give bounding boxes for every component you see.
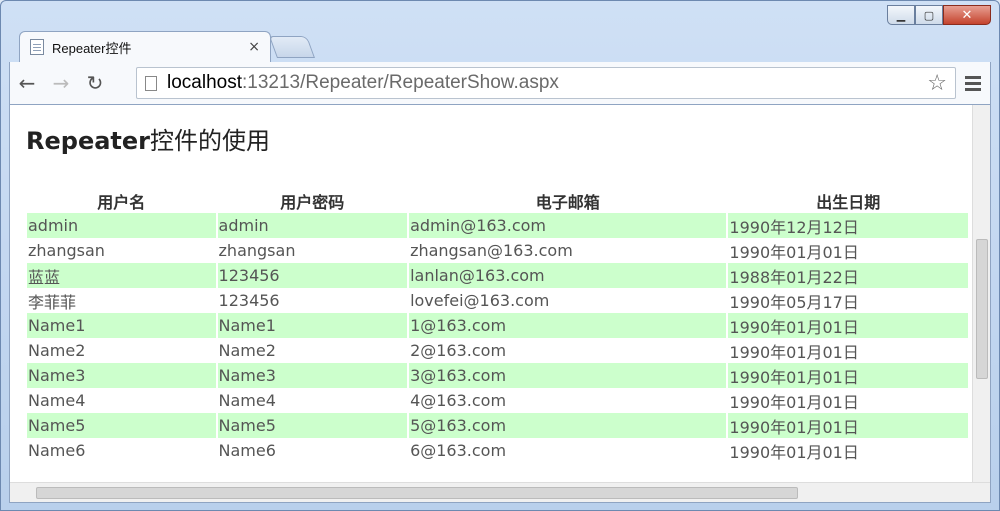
horizontal-scrollbar[interactable] bbox=[10, 482, 990, 502]
cell-username: Name2 bbox=[28, 341, 86, 360]
forward-button[interactable]: → bbox=[44, 68, 78, 98]
back-button[interactable]: ← bbox=[10, 68, 44, 98]
cell-birthdate: 1988年01月22日 bbox=[728, 263, 968, 288]
header-birthdate: 出生日期 bbox=[816, 193, 881, 212]
horizontal-scroll-thumb[interactable] bbox=[36, 487, 798, 499]
tab-title: Repeater控件 bbox=[52, 40, 132, 56]
cell-email: 3@163.com bbox=[409, 363, 727, 388]
cell-username: Name4 bbox=[28, 391, 86, 410]
header-password: 用户密码 bbox=[280, 193, 345, 212]
page-icon bbox=[145, 75, 157, 91]
cell-password: Name5 bbox=[217, 413, 408, 438]
vertical-scroll-thumb[interactable] bbox=[976, 239, 988, 379]
cell-username: 蓝蓝 bbox=[27, 263, 216, 288]
url-host: localhost bbox=[167, 72, 242, 93]
page-title-latin: Repeater bbox=[26, 127, 150, 155]
new-tab-button[interactable] bbox=[268, 36, 316, 58]
cell-birthdate: 1990年01月01日 bbox=[728, 363, 968, 388]
maximize-button[interactable]: ▢ bbox=[915, 5, 943, 25]
cell-email: 4@163.com bbox=[410, 391, 507, 410]
cell-username: admin bbox=[27, 213, 216, 238]
cell-password: 123456 bbox=[218, 291, 280, 310]
vertical-scrollbar[interactable] bbox=[972, 105, 990, 483]
table-row: Name5 Name5 5@163.com 1990年01月01日 bbox=[27, 413, 968, 438]
table-row: 李菲菲 123456 lovefei@163.com 1990年05月17日 bbox=[27, 288, 968, 313]
cell-email: admin@163.com bbox=[409, 213, 727, 238]
cell-birthdate: 1990年05月17日 bbox=[729, 292, 859, 312]
page-icon bbox=[30, 39, 44, 55]
table-row: Name4 Name4 4@163.com 1990年01月01日 bbox=[27, 388, 968, 413]
cell-password: Name1 bbox=[217, 313, 408, 338]
cell-birthdate: 1990年12月12日 bbox=[728, 213, 968, 238]
browser-window: ▁ ▢ ✕ Repeater控件 × ← → ↻ localhost:13213… bbox=[0, 0, 1000, 511]
table-row: Name3 Name3 3@163.com 1990年01月01日 bbox=[27, 363, 968, 388]
cell-email: zhangsan@163.com bbox=[410, 241, 573, 260]
cell-birthdate: 1990年01月01日 bbox=[728, 313, 968, 338]
address-bar[interactable]: localhost:13213/Repeater/RepeaterShow.as… bbox=[136, 67, 956, 99]
close-window-button[interactable]: ✕ bbox=[943, 5, 991, 25]
table-header-row: 用户名 用户密码 电子邮箱 出生日期 bbox=[27, 189, 968, 213]
cell-password: Name3 bbox=[217, 363, 408, 388]
tab-repeater[interactable]: Repeater控件 × bbox=[19, 31, 271, 62]
cell-email: lovefei@163.com bbox=[410, 291, 550, 310]
page-viewport: Repeater控件的使用 用户名 用户密码 电子邮箱 出生日期 admin ad… bbox=[9, 104, 991, 503]
table-row: zhangsan zhangsan zhangsan@163.com 1990年01月… bbox=[27, 238, 968, 263]
cell-password: 123456 bbox=[217, 263, 408, 288]
cell-password: zhangsan bbox=[218, 241, 296, 260]
cell-password: Name2 bbox=[218, 341, 276, 360]
table-row: Name6 Name6 6@163.com 1990年01月01日 bbox=[27, 438, 968, 463]
reload-button[interactable]: ↻ bbox=[78, 68, 112, 98]
cell-username: 李菲菲 bbox=[28, 292, 77, 312]
table-row: 蓝蓝 123456 lanlan@163.com 1988年01月22日 bbox=[27, 263, 968, 288]
cell-birthdate: 1990年01月01日 bbox=[729, 392, 859, 412]
cell-birthdate: 1990年01月01日 bbox=[728, 413, 968, 438]
close-icon[interactable]: × bbox=[248, 39, 260, 55]
star-icon[interactable]: ☆ bbox=[927, 71, 947, 96]
page-title: Repeater控件的使用 bbox=[26, 121, 970, 156]
url-path: :13213/Repeater/RepeaterShow.aspx bbox=[242, 72, 559, 93]
cell-birthdate: 1990年01月01日 bbox=[729, 442, 859, 462]
header-username: 用户名 bbox=[97, 193, 146, 212]
cell-email: lanlan@163.com bbox=[409, 263, 727, 288]
user-table: 用户名 用户密码 电子邮箱 出生日期 admin admin admin@163.c… bbox=[25, 189, 970, 463]
cell-birthdate: 1990年01月01日 bbox=[729, 242, 859, 262]
url-text: localhost:13213/Repeater/RepeaterShow.as… bbox=[167, 72, 559, 94]
minimize-button[interactable]: ▁ bbox=[887, 5, 915, 25]
cell-email: 6@163.com bbox=[410, 441, 507, 460]
cell-email: 1@163.com bbox=[409, 313, 727, 338]
cell-username: Name5 bbox=[27, 413, 216, 438]
table-body: admin admin admin@163.com 1990年12月12日 zhangs… bbox=[27, 213, 968, 463]
header-email: 电子邮箱 bbox=[535, 193, 600, 212]
page-title-cn: 控件的使用 bbox=[150, 127, 270, 155]
cell-birthdate: 1990年01月01日 bbox=[729, 342, 859, 362]
table-row: Name2 Name2 2@163.com 1990年01月01日 bbox=[27, 338, 968, 363]
menu-icon[interactable] bbox=[960, 70, 986, 96]
cell-username: Name1 bbox=[27, 313, 216, 338]
cell-email: 5@163.com bbox=[409, 413, 727, 438]
cell-password: admin bbox=[217, 213, 408, 238]
cell-username: zhangsan bbox=[28, 241, 105, 260]
table-row: Name1 Name1 1@163.com 1990年01月01日 bbox=[27, 313, 968, 338]
window-controls: ▁ ▢ ✕ bbox=[887, 5, 991, 25]
page-content: Repeater控件的使用 用户名 用户密码 电子邮箱 出生日期 admin ad… bbox=[26, 105, 970, 463]
toolbar: ← → ↻ localhost:13213/Repeater/RepeaterS… bbox=[9, 62, 991, 104]
cell-username: Name3 bbox=[27, 363, 216, 388]
table-row: admin admin admin@163.com 1990年12月12日 bbox=[27, 213, 968, 238]
cell-password: Name4 bbox=[218, 391, 276, 410]
cell-password: Name6 bbox=[218, 441, 276, 460]
cell-email: 2@163.com bbox=[410, 341, 507, 360]
cell-username: Name6 bbox=[28, 441, 86, 460]
